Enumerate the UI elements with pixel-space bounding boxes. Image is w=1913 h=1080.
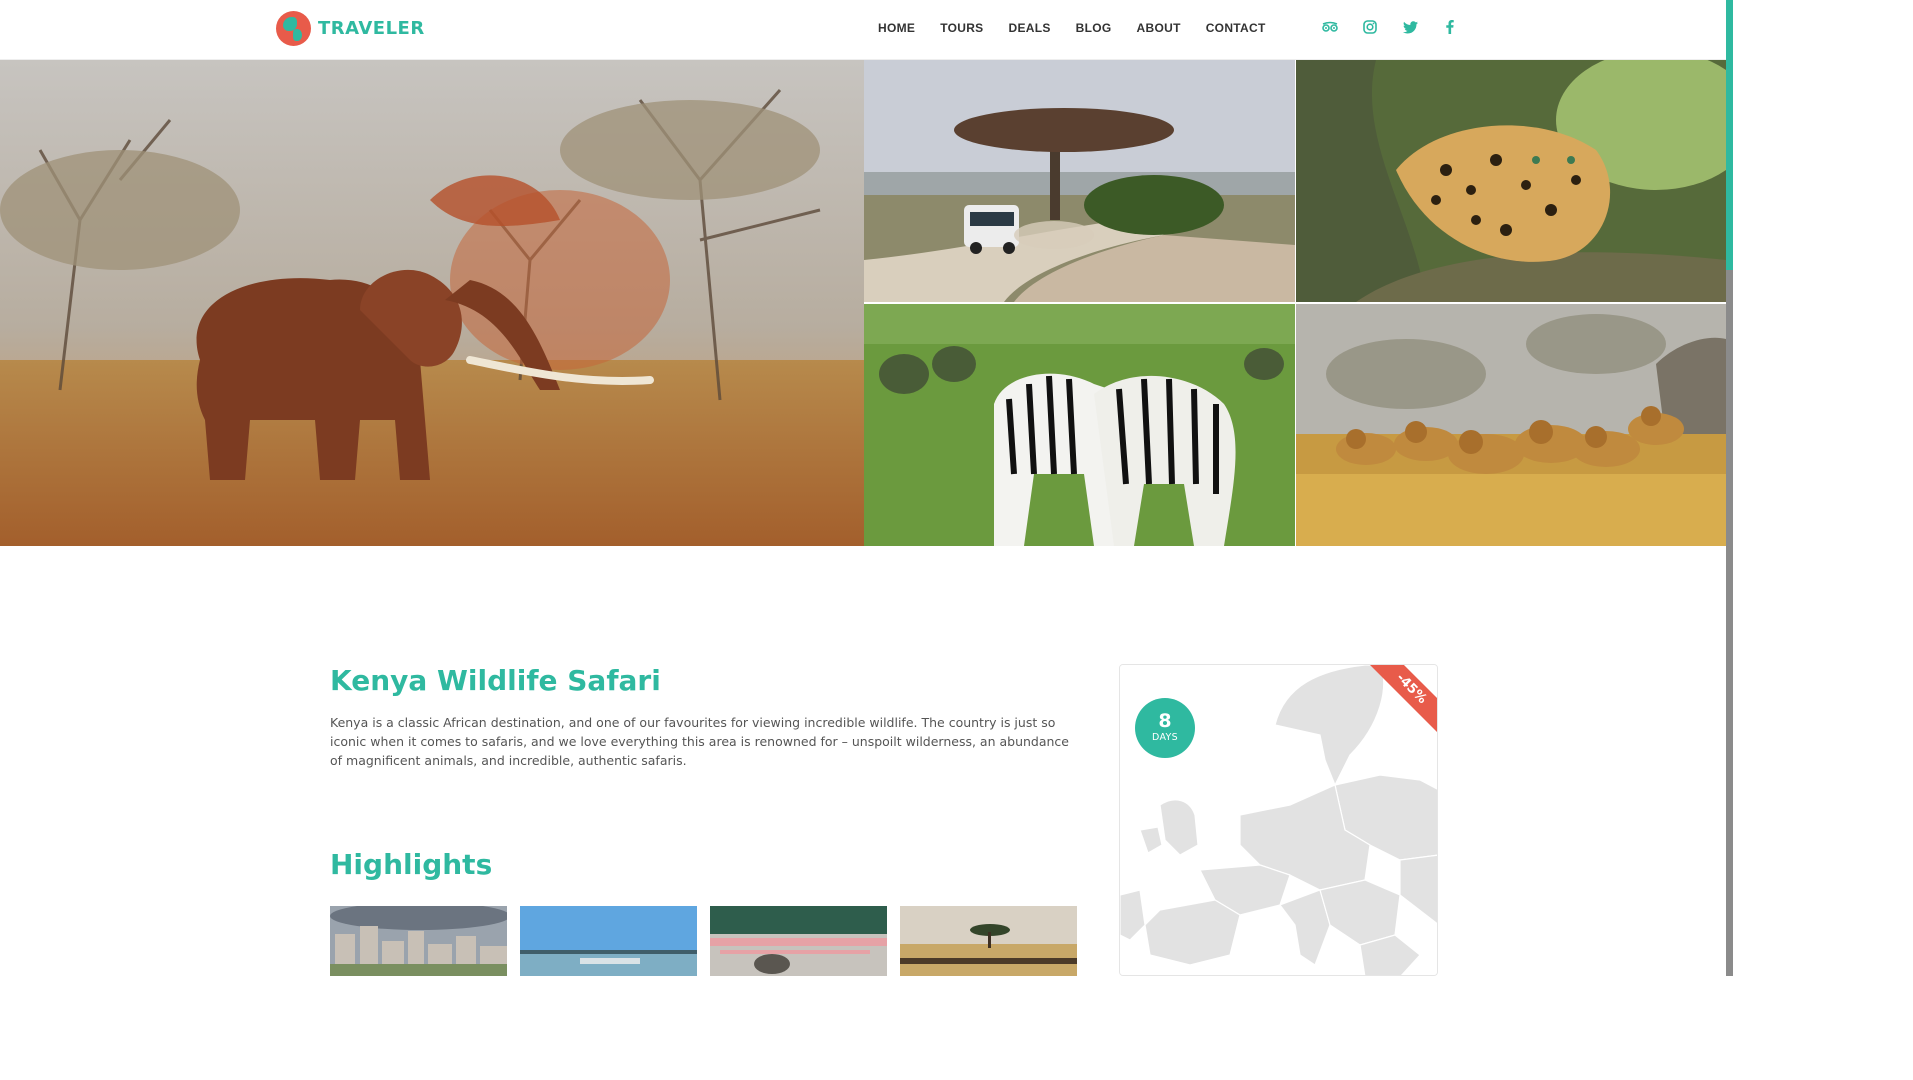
nav-home[interactable]: HOME: [878, 21, 915, 35]
days-badge: 8 DAYS: [1135, 698, 1195, 758]
facebook-icon[interactable]: [1440, 17, 1460, 37]
safari-jeep-photo[interactable]: [864, 60, 1295, 302]
days-number: 8: [1158, 710, 1172, 732]
globe-logo-icon: [276, 11, 311, 46]
nav-contact[interactable]: CONTACT: [1206, 21, 1266, 35]
brand-name: TRAVELER: [318, 18, 425, 39]
social-links: [1320, 17, 1480, 37]
instagram-icon[interactable]: [1360, 17, 1380, 37]
tour-description: Kenya is a classic African destination, …: [330, 715, 1069, 768]
lions-photo[interactable]: [1296, 304, 1726, 546]
city-thumb[interactable]: [330, 906, 507, 976]
twitter-icon[interactable]: [1400, 17, 1420, 37]
days-label: DAYS: [1152, 732, 1178, 743]
scrollbar-thumb[interactable]: [1726, 270, 1733, 976]
scrollbar-accent: [1726, 0, 1733, 270]
nav-blog[interactable]: BLOG: [1076, 21, 1112, 35]
vertical-scrollbar[interactable]: [1726, 0, 1733, 976]
elephant-photo[interactable]: [0, 60, 864, 546]
highlights-thumbnails: [330, 906, 1090, 976]
tour-title: Kenya Wildlife Safari: [330, 664, 661, 697]
highlights-title: Highlights: [330, 848, 493, 881]
main-nav: HOME TOURS DEALS BLOG ABOUT CONTACT: [878, 21, 1291, 35]
leopard-photo[interactable]: [1296, 60, 1726, 302]
tour-map-card[interactable]: -45% 8 DAYS: [1119, 664, 1438, 976]
savanna-thumb[interactable]: [900, 906, 1077, 976]
zebra-photo[interactable]: [864, 304, 1295, 546]
nav-deals[interactable]: DEALS: [1009, 21, 1051, 35]
flamingo-thumb[interactable]: [710, 906, 887, 976]
browser-viewport: TRAVELER HOME TOURS DEALS BLOG ABOUT CON…: [0, 0, 1733, 976]
lake-thumb[interactable]: [520, 906, 697, 976]
tripadvisor-icon[interactable]: [1320, 17, 1340, 37]
nav-tours[interactable]: TOURS: [940, 21, 983, 35]
site-header: TRAVELER HOME TOURS DEALS BLOG ABOUT CON…: [0, 0, 1726, 60]
nav-about[interactable]: ABOUT: [1137, 21, 1181, 35]
logo[interactable]: TRAVELER: [276, 11, 425, 46]
hero-gallery: [0, 60, 1726, 546]
